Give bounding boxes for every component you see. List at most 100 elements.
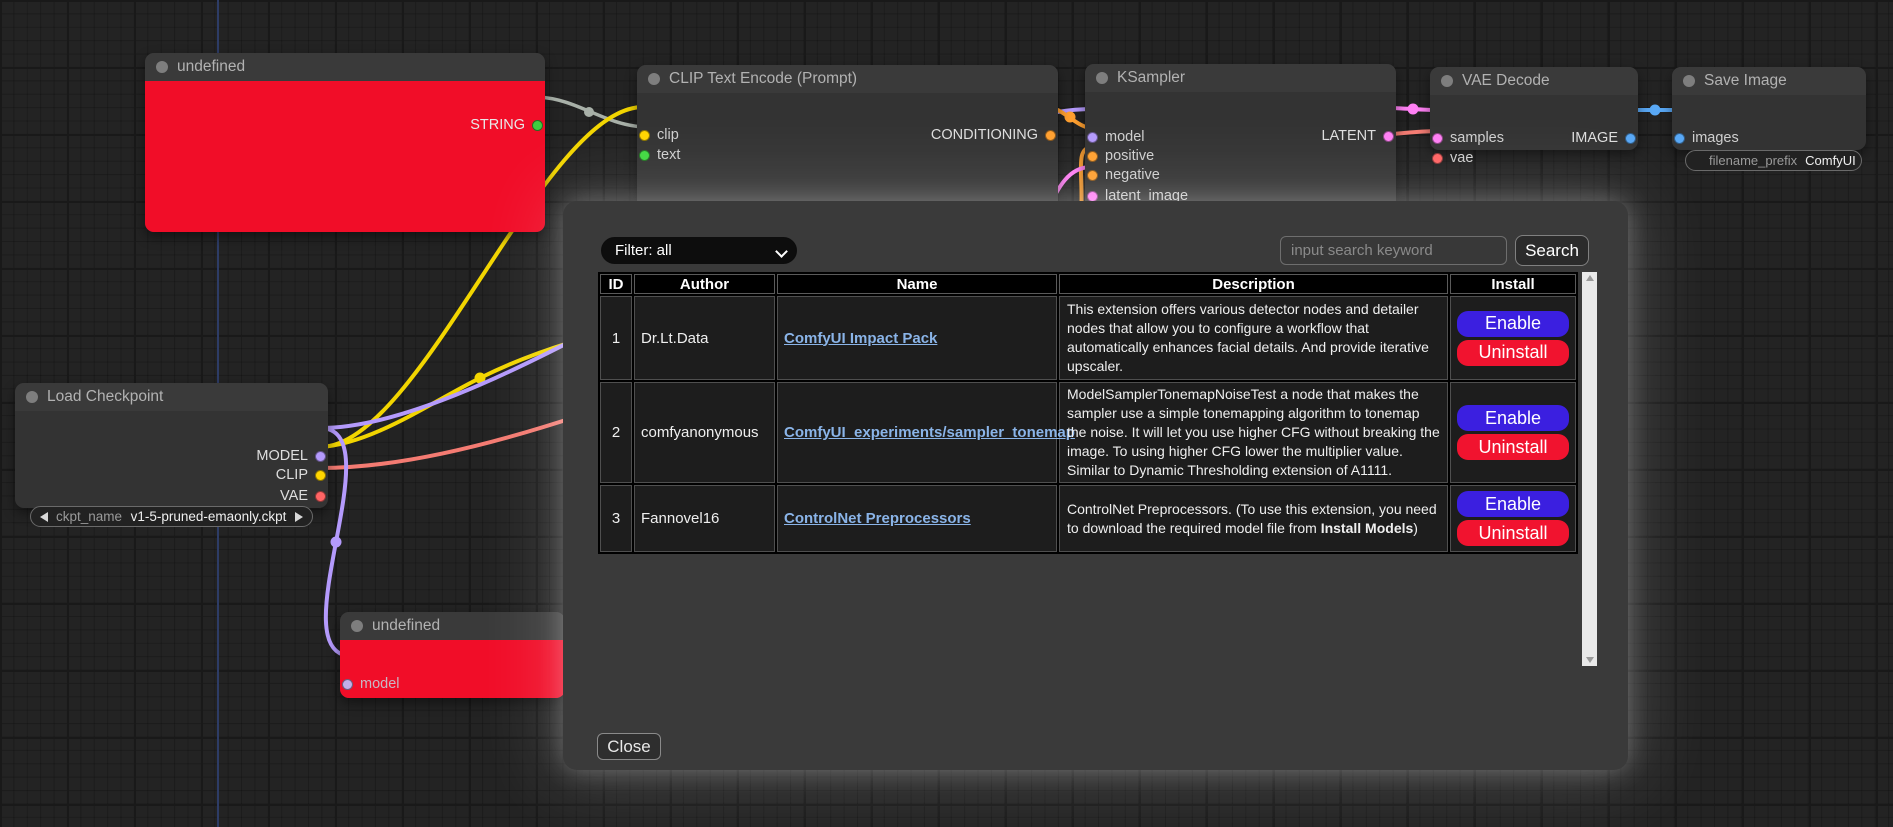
node-header[interactable]: undefined <box>340 612 565 640</box>
increment-arrow-icon[interactable] <box>295 512 303 522</box>
node-load-checkpoint[interactable]: Load Checkpoint MODEL CLIP VAE ckpt_name… <box>15 383 328 508</box>
node-title: VAE Decode <box>1462 72 1550 90</box>
cell-author: Dr.Lt.Data <box>634 296 775 380</box>
uninstall-button[interactable]: Uninstall <box>1457 434 1569 460</box>
filter-dropdown[interactable]: Filter: all <box>601 237 797 264</box>
output-label: VAE <box>280 488 308 504</box>
input-label: images <box>1692 130 1739 146</box>
widget-label: ckpt_name <box>56 509 122 524</box>
output-dot-model[interactable] <box>315 451 326 462</box>
node-vae-decode[interactable]: VAE Decode samples vae IMAGE <box>1430 67 1638 150</box>
custom-nodes-manager-dialog: Filter: all Search ID Author Name Descri… <box>563 201 1628 770</box>
node-graph-canvas[interactable]: undefined STRING CLIP Text Encode (Promp… <box>0 0 1893 827</box>
scroll-up-icon[interactable] <box>1586 275 1594 281</box>
output-label: IMAGE <box>1571 130 1618 146</box>
extension-link[interactable]: ControlNet Preprocessors <box>784 510 971 527</box>
node-title: undefined <box>372 617 440 635</box>
extension-link[interactable]: ComfyUI Impact Pack <box>784 330 937 347</box>
node-undefined-bottom[interactable]: undefined model <box>340 612 565 698</box>
uninstall-button[interactable]: Uninstall <box>1457 520 1569 546</box>
node-header[interactable]: undefined <box>145 53 545 81</box>
node-save-image[interactable]: Save Image images filename_prefix ComfyU… <box>1672 67 1866 150</box>
cell-author: Fannovel16 <box>634 485 775 552</box>
node-undefined-top[interactable]: undefined STRING <box>145 53 545 232</box>
input-dot-model[interactable] <box>342 679 353 690</box>
ckpt-name-widget[interactable]: ckpt_name v1-5-pruned-emaonly.ckpt <box>30 506 313 527</box>
widget-value: v1-5-pruned-emaonly.ckpt <box>130 509 287 524</box>
cell-description: This extension offers various detector n… <box>1059 296 1448 380</box>
node-collapse-dot[interactable] <box>156 61 168 73</box>
wire-midpoint-dot[interactable] <box>584 107 594 117</box>
column-header-author: Author <box>634 274 775 294</box>
output-dot-latent[interactable] <box>1383 131 1394 142</box>
enable-button[interactable]: Enable <box>1457 491 1569 517</box>
node-title: Save Image <box>1704 72 1787 90</box>
wire-midpoint-dot[interactable] <box>1065 112 1076 123</box>
node-header[interactable]: CLIP Text Encode (Prompt) <box>637 65 1058 93</box>
input-label: text <box>657 147 680 163</box>
node-collapse-dot[interactable] <box>1441 75 1453 87</box>
input-dot-negative[interactable] <box>1087 170 1098 181</box>
input-label: vae <box>1450 150 1473 166</box>
node-header[interactable]: KSampler <box>1085 64 1396 92</box>
filename-prefix-widget[interactable]: filename_prefix ComfyUI <box>1685 150 1862 171</box>
search-input[interactable] <box>1280 236 1507 265</box>
input-dot-clip[interactable] <box>639 130 650 141</box>
close-button[interactable]: Close <box>597 733 661 760</box>
wire-midpoint-dot[interactable] <box>1408 104 1419 115</box>
output-label: MODEL <box>256 448 308 464</box>
enable-button[interactable]: Enable <box>1457 405 1569 431</box>
node-collapse-dot[interactable] <box>1683 75 1695 87</box>
uninstall-button[interactable]: Uninstall <box>1457 340 1569 366</box>
node-collapse-dot[interactable] <box>351 620 363 632</box>
column-header-name: Name <box>777 274 1057 294</box>
cell-author: comfyanonymous <box>634 382 775 483</box>
input-label: samples <box>1450 130 1504 146</box>
output-dot-clip[interactable] <box>315 470 326 481</box>
table-row: 2 comfyanonymous ComfyUI_experiments/sam… <box>600 382 1576 483</box>
input-dot-latent-image[interactable] <box>1087 191 1098 202</box>
node-title: undefined <box>177 58 245 76</box>
cell-id: 2 <box>600 382 632 483</box>
table-scrollbar[interactable] <box>1582 272 1597 666</box>
node-header[interactable]: Save Image <box>1672 67 1866 95</box>
node-collapse-dot[interactable] <box>26 391 38 403</box>
node-header[interactable]: VAE Decode <box>1430 67 1638 95</box>
input-dot-images[interactable] <box>1674 133 1685 144</box>
search-button[interactable]: Search <box>1515 235 1589 266</box>
decrement-arrow-icon[interactable] <box>40 512 48 522</box>
input-label: positive <box>1105 148 1154 164</box>
output-dot-vae[interactable] <box>315 491 326 502</box>
output-label: LATENT <box>1321 128 1376 144</box>
input-dot-samples[interactable] <box>1432 133 1443 144</box>
node-clip-text-encode[interactable]: CLIP Text Encode (Prompt) clip text COND… <box>637 65 1058 215</box>
wire-midpoint-dot[interactable] <box>331 537 342 548</box>
input-dot-model[interactable] <box>1087 132 1098 143</box>
extension-link[interactable]: ComfyUI_experiments/sampler_tonemap <box>784 424 1075 441</box>
cell-id: 3 <box>600 485 632 552</box>
table-row: 1 Dr.Lt.Data ComfyUI Impact Pack This ex… <box>600 296 1576 380</box>
column-header-description: Description <box>1059 274 1448 294</box>
enable-button[interactable]: Enable <box>1457 311 1569 337</box>
node-collapse-dot[interactable] <box>1096 72 1108 84</box>
output-dot-conditioning[interactable] <box>1045 130 1056 141</box>
input-dot-positive[interactable] <box>1087 151 1098 162</box>
extensions-table: ID Author Name Description Install 1 Dr.… <box>598 272 1579 666</box>
scroll-down-icon[interactable] <box>1586 657 1594 663</box>
input-label: clip <box>657 127 679 143</box>
output-dot-string[interactable] <box>532 120 543 131</box>
cell-description: ModelSamplerTonemapNoiseTest a node that… <box>1059 382 1448 483</box>
column-header-id: ID <box>600 274 632 294</box>
widget-label: filename_prefix <box>1695 153 1797 168</box>
input-dot-text[interactable] <box>639 150 650 161</box>
input-label: negative <box>1105 167 1160 183</box>
input-dot-vae[interactable] <box>1432 153 1443 164</box>
node-header[interactable]: Load Checkpoint <box>15 383 328 411</box>
node-ksampler[interactable]: KSampler model positive negative latent_… <box>1085 64 1396 210</box>
node-title: KSampler <box>1117 69 1185 87</box>
output-label: STRING <box>470 117 525 133</box>
table-row: 3 Fannovel16 ControlNet Preprocessors Co… <box>600 485 1576 552</box>
node-collapse-dot[interactable] <box>648 73 660 85</box>
output-dot-image[interactable] <box>1625 133 1636 144</box>
wire-midpoint-dot[interactable] <box>1650 105 1661 116</box>
